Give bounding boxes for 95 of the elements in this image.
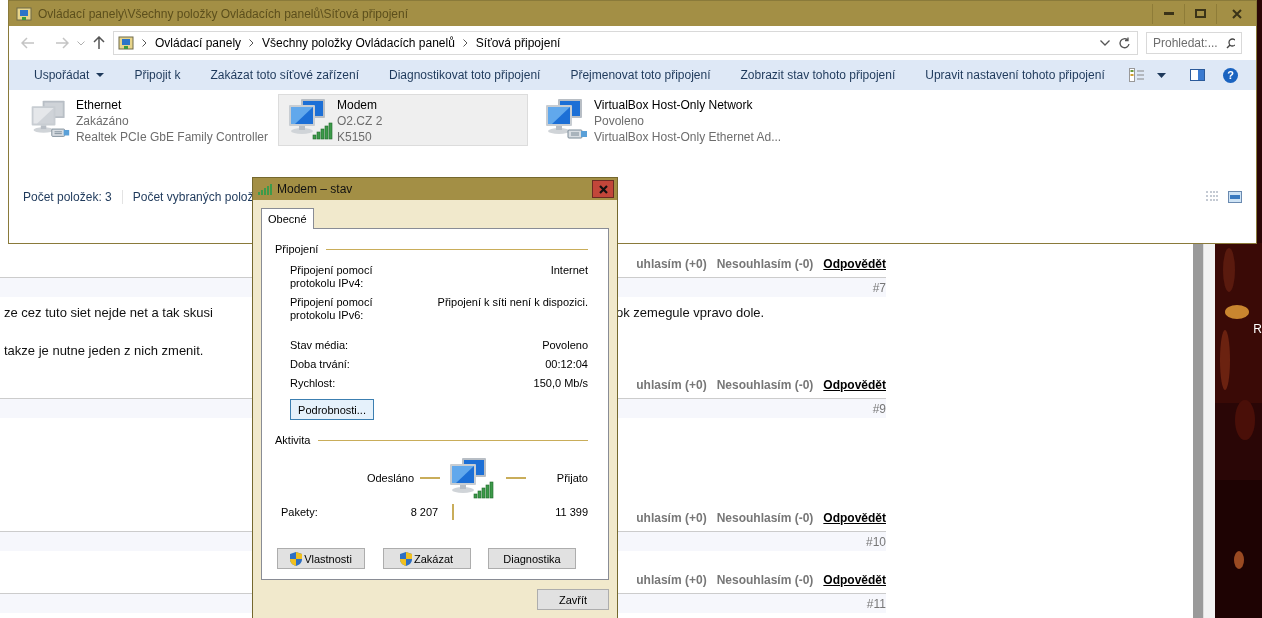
comment-number: #11 [866,596,886,611]
close-button[interactable] [592,180,614,198]
connection-name: VirtualBox Host-Only Network [594,97,754,113]
chevron-right-icon [462,39,468,47]
packets-sent: 8 207 [410,506,439,518]
property-value: Povoleno [541,339,588,352]
connection-status: O2.CZ 2 [337,113,383,129]
maximize-icon [1195,9,1206,18]
toolbar-button[interactable]: Diagnostikovat toto připojení [373,62,556,88]
reply-link[interactable]: Odpovědět [823,257,886,271]
breadcrumb[interactable]: Ovládací panely [155,36,242,50]
connection-device: Realtek PCIe GbE Family Controller [75,129,268,145]
property-value: 00:12:04 [544,358,588,371]
reply-link[interactable]: Odpovědět [823,573,886,587]
toolbar-button[interactable]: Zakázat toto síťové zařízení [195,62,374,88]
property-label: Připojení pomocí protokolu IPv4: [290,264,374,290]
network-folder-icon [118,35,134,51]
property-label: Rychlost: [290,377,337,390]
packets-received: 11 399 [555,506,588,518]
caret-icon[interactable] [1157,72,1166,78]
status-text: Počet vybraných polož [132,190,254,204]
dialog-button[interactable]: Zakázat [382,548,471,569]
network-folder-icon [16,5,32,22]
reply-link[interactable]: Odpovědět [823,511,886,525]
toolbar-button[interactable]: Uspořádat [19,62,120,88]
connection-item[interactable]: Modem O2.CZ 2 K5150 [278,94,528,146]
toolbar-button[interactable]: Upravit nastavení tohoto připojení [910,62,1120,88]
toolbar-button[interactable]: Přejmenovat toto připojení [555,62,726,88]
disagree-link[interactable]: Nesouhlasím (-0) [716,257,814,271]
dialog-button[interactable]: Vlastnosti [277,548,365,569]
disagree-link[interactable]: Nesouhlasím (-0) [716,511,814,525]
group-heading: Aktivita [275,434,311,446]
connection-name: Ethernet [75,97,123,113]
property-label: Připojení pomocí protokolu IPv6: [290,296,374,322]
comment-number: #9 [872,401,886,416]
chevron-right-icon [249,39,255,47]
connection-status: Povoleno [594,113,646,129]
up-button[interactable] [93,36,105,50]
details-button[interactable]: Podrobnosti... [290,399,374,420]
disagree-link[interactable]: Nesouhlasím (-0) [716,378,814,392]
recent-locations-button[interactable] [77,40,85,46]
property-value: Připojení k síti není k dispozici. [437,296,588,310]
breadcrumb[interactable]: Všechny položky Ovládacích panelů [262,36,455,50]
back-arrow-icon [21,37,35,49]
breadcrumb[interactable]: Síťová připojení [475,36,561,50]
tab[interactable]: Obecné [261,208,314,229]
comment-number: #10 [865,534,886,549]
comment-text: takze je nutne jeden z nich zmenit. [4,342,204,358]
connection-item[interactable]: VirtualBox Host-Only Network Povoleno VirtualBox Host-Only Ethernet Ad... [535,94,785,146]
forward-arrow-icon [55,37,69,49]
sent-label: Odesláno [365,472,414,484]
disagree-link[interactable]: Nesouhlasím (-0) [716,573,814,587]
toolbar-button[interactable]: Připojit k [119,62,196,88]
chevron-down-icon[interactable] [1100,40,1110,46]
help-button[interactable]: ? [1223,67,1238,83]
toolbar-button[interactable]: Zobrazit stav tohoto připojení [725,62,911,88]
agree-link[interactable]: uhlasím (+0) [636,257,707,271]
property-value: Internet [549,264,588,278]
large-icons-view-icon[interactable] [1228,191,1242,203]
minimize-icon [1163,12,1174,15]
signal-bars-icon [258,183,272,195]
refresh-icon[interactable] [1118,36,1131,50]
chevron-down-icon [77,40,85,46]
close-dialog-button[interactable]: Zavřít [537,589,609,610]
connection-status: Zakázáno [75,113,130,129]
received-label: Přijato [555,472,588,484]
reply-link[interactable]: Odpovědět [823,378,886,392]
status-text: Počet položek: 3 [23,190,112,204]
connection-name: Modem [337,97,378,113]
window-title: Ovládací panely\Všechny položky Ovládacích panelů\Síťová připojení [38,6,410,21]
desktop-icon-label[interactable]: R [1253,322,1262,336]
agree-link[interactable]: uhlasím (+0) [636,378,707,392]
close-icon [598,184,608,194]
group-heading: Připojení [275,243,319,255]
packets-label: Pakety: [281,506,318,518]
connection-device: VirtualBox Host-Only Ethernet Ad... [594,129,782,145]
property-value: 150,0 Mb/s [532,377,588,390]
connection-device: K5150 [337,129,373,145]
property-label: Doba trvání: [290,358,351,371]
scrollbar[interactable] [1193,243,1215,618]
dialog-button[interactable]: Diagnostika [488,548,576,569]
preview-pane-icon[interactable] [1190,69,1205,81]
chevron-right-icon [142,39,147,47]
comment-number: #7 [872,280,886,295]
search-field[interactable]: Prohledat:... [1146,32,1242,54]
comment-text: ze cez tuto siet nejde net a tak skusi [4,304,213,320]
search-icon [1225,37,1235,49]
up-arrow-icon [93,36,105,50]
close-icon [1231,8,1242,19]
view-options-icon[interactable] [1129,68,1145,82]
agree-link[interactable]: uhlasím (+0) [636,573,707,587]
address-bar[interactable]: Ovládací panely Všechny položky Ovládacích panelů Síťová připojení [113,31,1138,55]
agree-link[interactable]: uhlasím (+0) [636,511,707,525]
dialog-title: Modem – stav [277,182,354,196]
property-label: Stav média: [290,339,350,352]
